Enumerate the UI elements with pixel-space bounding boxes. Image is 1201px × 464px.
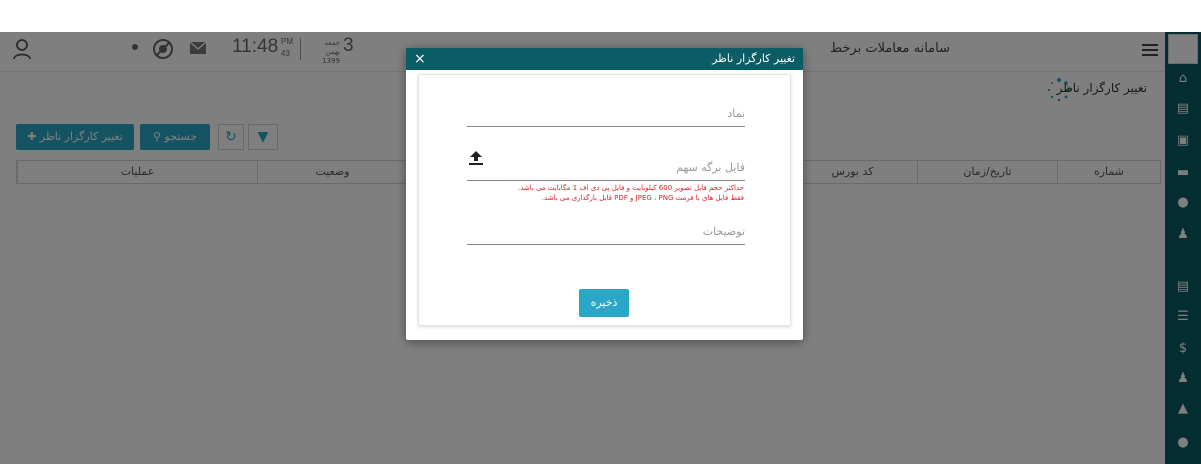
modal-title: تغییر کارگزار ناظر xyxy=(712,52,795,65)
symbol-placeholder: نماد xyxy=(727,107,745,120)
symbol-field[interactable]: نماد xyxy=(467,103,745,127)
file-label: فایل برگه سهم xyxy=(676,161,745,174)
modal-body: نماد فایل برگه سهم حداکثر حجم فایل تصویر… xyxy=(418,74,791,326)
upload-icon[interactable] xyxy=(467,149,485,167)
description-field[interactable]: توضیحات xyxy=(467,221,745,245)
close-icon[interactable]: × xyxy=(414,49,426,69)
save-button[interactable]: ذخیره xyxy=(579,289,629,317)
modal-header: × تغییر کارگزار ناظر xyxy=(406,48,803,70)
file-format-error: فقط فایل های با فرمت JPEG ، PNG و PDF قا… xyxy=(541,194,744,202)
description-placeholder: توضیحات xyxy=(702,225,745,238)
change-broker-modal: × تغییر کارگزار ناظر نماد فایل برگه سهم … xyxy=(406,48,803,340)
file-upload-field[interactable]: فایل برگه سهم xyxy=(467,151,745,181)
top-strip xyxy=(0,0,1201,32)
file-size-error: حداکثر حجم فایل تصویر 600 کیلوبایت و فای… xyxy=(518,184,744,192)
